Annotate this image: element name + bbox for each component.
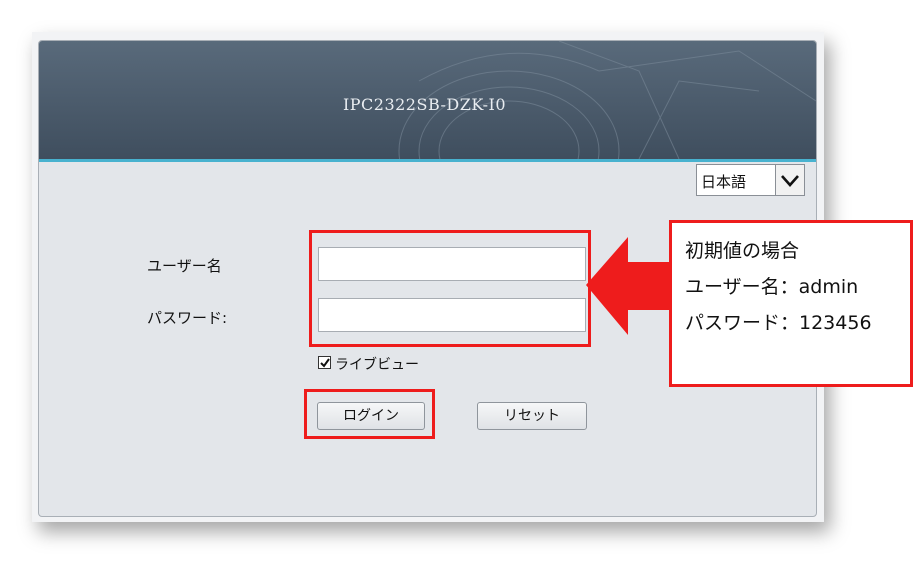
- liveview-checkbox[interactable]: [318, 356, 331, 369]
- arrow-left-icon: [586, 237, 672, 335]
- language-selected-value: 日本語: [701, 173, 747, 191]
- default-credentials-callout: 初期値の場合 ユーザー名：admin パスワード：123456: [669, 220, 913, 387]
- header-banner: IPC2322SB-DZK-I0: [39, 41, 816, 162]
- device-title: IPC2322SB-DZK-I0: [342, 95, 507, 114]
- callout-heading: 初期値の場合: [685, 240, 800, 262]
- login-highlight-box: [304, 389, 435, 439]
- reset-button[interactable]: リセット: [477, 402, 587, 430]
- credentials-highlight-box: [309, 230, 591, 347]
- checkmark-icon: [320, 358, 330, 368]
- chevron-down-icon: [781, 175, 799, 187]
- password-label: パスワード:: [147, 309, 228, 327]
- language-dropdown-button[interactable]: [775, 164, 805, 196]
- callout-username: ユーザー名：admin: [685, 276, 859, 298]
- language-select[interactable]: 日本語: [696, 164, 805, 196]
- liveview-label: ライブビュー: [335, 357, 419, 373]
- callout-password: パスワード：123456: [685, 312, 872, 334]
- username-label: ユーザー名: [147, 257, 222, 275]
